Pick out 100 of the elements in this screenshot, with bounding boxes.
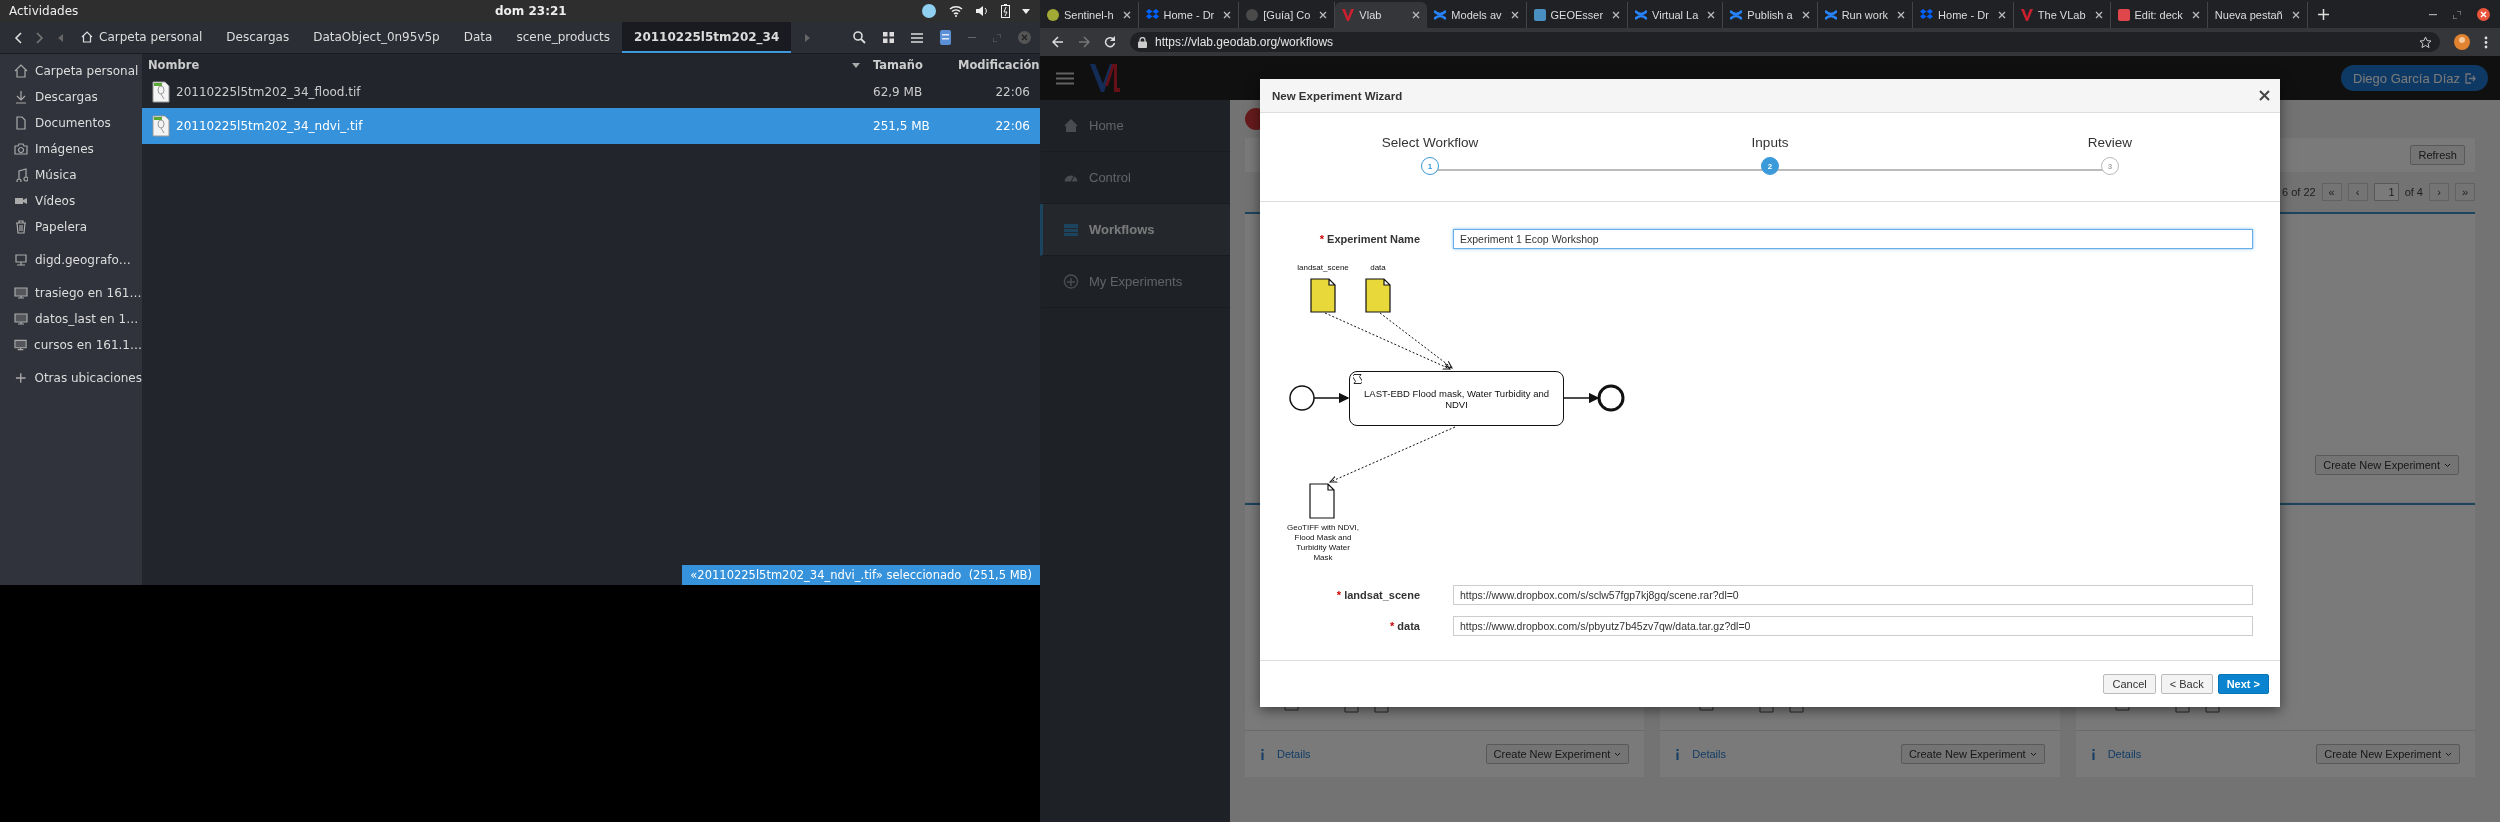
column-header[interactable]: Modificación: [958, 58, 1040, 72]
menu-icon[interactable]: [1056, 71, 1074, 85]
info-icon: [2090, 748, 2096, 760]
refresh-button[interactable]: Refresh: [2410, 145, 2465, 165]
file-name: 20110225l5tm202_34_ndvi_.tif: [176, 119, 363, 133]
sidebar-item[interactable]: cursos en 161.1…: [0, 332, 142, 358]
start-event-icon: [1289, 385, 1315, 411]
data-output-label: GeoTIFF with NDVI, Flood Mask and Turbidity Water Mask: [1287, 523, 1359, 563]
create-experiment-button[interactable]: Create New Experiment: [2315, 455, 2459, 475]
file-modified: 22:06: [995, 119, 1030, 133]
first-page-button[interactable]: «: [2321, 183, 2342, 201]
end-event-icon: [1597, 384, 1625, 412]
more-icon[interactable]: [2484, 35, 2488, 49]
minimize-icon[interactable]: [2429, 13, 2437, 16]
input-document-icon: [1365, 278, 1391, 313]
document-icon: [14, 116, 28, 130]
volume-icon[interactable]: [975, 5, 989, 17]
step-number: 3: [2101, 157, 2119, 175]
path-button[interactable]: DataObject_0n95v5p: [301, 22, 452, 53]
dialog-button[interactable]: < Back: [2160, 674, 2213, 694]
menu-icon[interactable]: [911, 32, 923, 43]
chat-icon[interactable]: [921, 3, 937, 19]
page-field[interactable]: 1: [2373, 183, 2399, 201]
previous-page-button[interactable]: ‹: [2347, 183, 2368, 201]
reload-icon[interactable]: [1104, 36, 1116, 48]
sort-caret-icon[interactable]: [852, 62, 860, 68]
browser-tab[interactable]: Vlab: [1335, 2, 1428, 28]
input-document-icon: [1310, 278, 1336, 313]
create-experiment-button[interactable]: Create New Experiment: [2316, 744, 2460, 764]
data-input-label: landsat_scene: [1297, 263, 1349, 272]
plus-icon: [14, 371, 28, 385]
home-icon: [81, 30, 93, 43]
new-tab-icon[interactable]: [2317, 9, 2329, 20]
address-bar[interactable]: https://vlab.geodab.org/workflows: [1130, 32, 2440, 52]
url-field[interactable]: https://www.dropbox.com/s/sclw57fgp7kj8gq/scene.rar?dl=0: [1453, 585, 2253, 605]
sidebar-item[interactable]: Papelera: [0, 214, 142, 240]
sidebar-item[interactable]: Descargas: [0, 84, 142, 110]
file-name: 20110225l5tm202_34_flood.tif: [176, 85, 361, 99]
path-button[interactable]: Descargas: [214, 22, 302, 53]
wifi-icon[interactable]: [949, 5, 963, 17]
path-button[interactable]: scene_products: [504, 22, 623, 53]
trash-icon: [14, 220, 28, 234]
experiment-name-field[interactable]: Experiment 1 Ecop Workshop: [1453, 229, 2253, 249]
next-page-button[interactable]: ›: [2429, 183, 2449, 201]
url-field[interactable]: https://www.dropbox.com/s/pbyutz7b45zv7qw/data.tar.gz?dl=0: [1453, 616, 2253, 636]
sidebar-item[interactable]: Otras ubicaciones: [0, 365, 142, 391]
path-button[interactable]: 20110225l5tm202_34: [622, 22, 792, 53]
forward-icon[interactable]: [36, 31, 44, 44]
file-modified: 22:06: [995, 85, 1030, 99]
clipboard-icon[interactable]: [940, 30, 951, 45]
path-button[interactable]: Data: [451, 22, 505, 53]
sidebar-item[interactable]: trasiego en 161…: [0, 280, 142, 306]
home-icon: [14, 64, 28, 78]
page-count: of 4: [2404, 186, 2423, 198]
star-icon[interactable]: [2419, 35, 2432, 49]
field-label: * landsat_scene: [1335, 589, 1420, 601]
create-experiment-button[interactable]: Create New Experiment: [1485, 744, 1630, 764]
file-icon: [152, 115, 170, 137]
step-label: Review: [2087, 135, 2133, 150]
last-page-button[interactable]: »: [2455, 183, 2475, 201]
search-icon[interactable]: [853, 31, 866, 44]
clock[interactable]: dom 23:21: [495, 4, 567, 18]
sidebar-item[interactable]: Documentos: [0, 110, 142, 136]
sequence-arrow: [1313, 392, 1350, 404]
avatar-icon[interactable]: [2454, 34, 2470, 50]
file-size: 251,5 MB: [873, 119, 930, 133]
sidebar-item[interactable]: digd.geografo…: [0, 247, 142, 273]
dialog-button[interactable]: Next >: [2217, 674, 2269, 694]
info-icon: [1675, 748, 1681, 760]
selection-status: «20110225l5tm202_34_ndvi_.tif» seleccionado (251,5 MB): [682, 565, 1040, 585]
path-button[interactable]: Carpeta personal: [69, 22, 215, 53]
file-row[interactable]: 20110225l5tm202_34_flood.tif 62,9 MB 22:06: [142, 76, 1040, 108]
sidebar-item[interactable]: Música: [0, 162, 142, 188]
dialog-title: New Experiment Wizard: [1272, 89, 1403, 102]
column-header[interactable]: Nombre: [148, 58, 200, 72]
back-icon[interactable]: [1052, 36, 1064, 48]
forward-icon[interactable]: [1078, 36, 1090, 48]
sidebar-item[interactable]: Vídeos: [0, 188, 142, 214]
network-drive-icon: [14, 338, 28, 352]
close-icon[interactable]: [2259, 90, 2270, 101]
data-input-label: data: [1370, 263, 1386, 272]
dialog-button[interactable]: Cancel: [2103, 674, 2156, 694]
caret-icon[interactable]: [1022, 8, 1030, 14]
create-experiment-button[interactable]: Create New Experiment: [1900, 744, 2045, 764]
pager-range: 6 of 22: [2282, 186, 2316, 198]
sidebar-item[interactable]: datos_last en 1…: [0, 306, 142, 332]
close-icon[interactable]: [2477, 8, 2490, 21]
caret-icon: [2029, 751, 2037, 757]
sidebar-item[interactable]: Carpeta personal: [0, 58, 142, 84]
maximize-icon[interactable]: [2453, 10, 2461, 19]
activities-button[interactable]: Actividades: [0, 4, 79, 18]
column-header[interactable]: Tamaño: [873, 58, 923, 72]
grid-view-icon[interactable]: [883, 32, 894, 43]
caret-icon: [2444, 462, 2451, 468]
scroll-left-icon[interactable]: [58, 33, 63, 42]
sidebar-item[interactable]: Imágenes: [0, 136, 142, 162]
network-drive-icon: [14, 286, 28, 300]
back-icon[interactable]: [14, 31, 22, 44]
scroll-right-icon[interactable]: [805, 33, 811, 42]
battery-icon[interactable]: [1001, 4, 1010, 18]
